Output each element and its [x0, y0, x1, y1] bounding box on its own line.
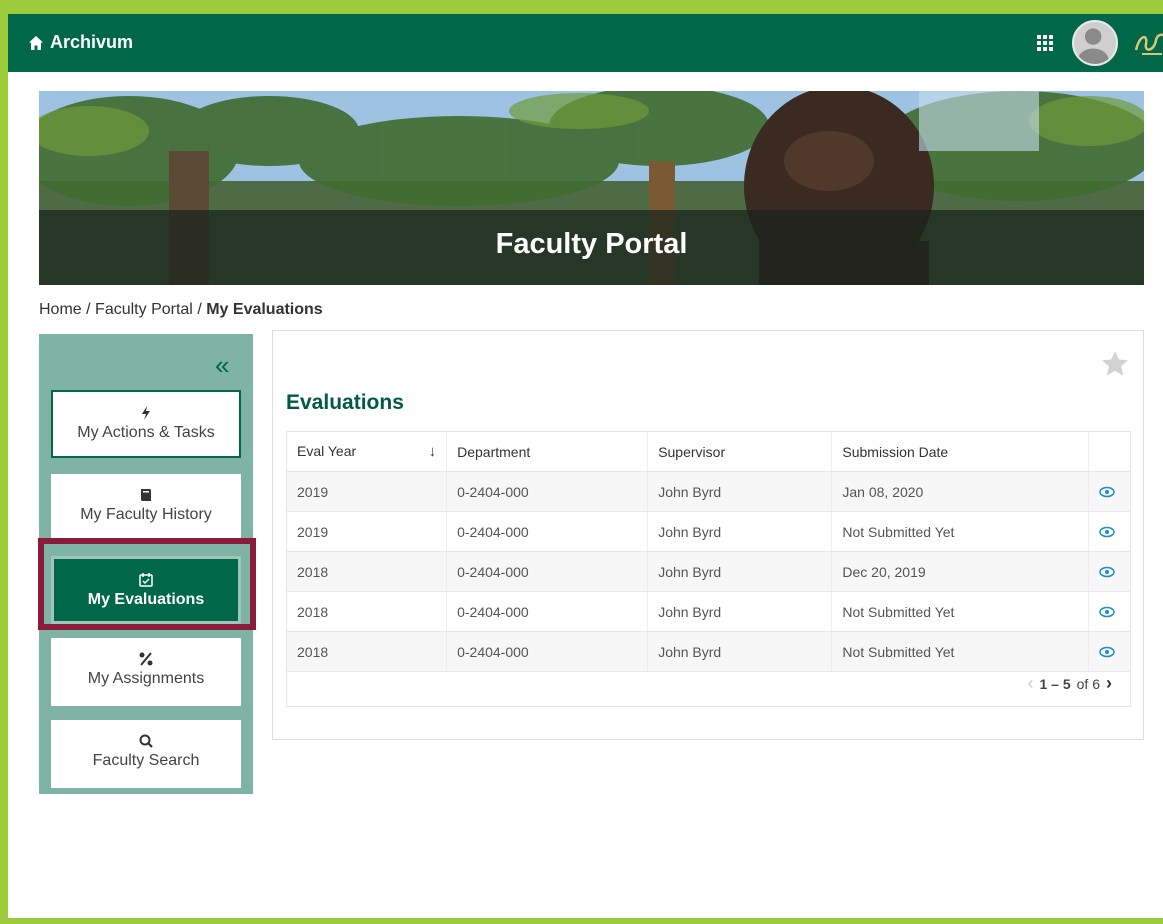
cell-department: 0-2404-000: [446, 511, 649, 552]
user-silhouette-icon: [1077, 28, 1109, 64]
sidebar-item-faculty-search[interactable]: Faculty Search: [51, 720, 241, 788]
column-header-department[interactable]: Department: [446, 432, 649, 472]
breadcrumb-faculty-portal[interactable]: Faculty Portal: [95, 301, 193, 318]
user-avatar[interactable]: [1072, 20, 1118, 66]
cell-actions: [1088, 511, 1130, 552]
university-logo-icon: [1134, 33, 1163, 55]
table-row: 2019 0-2404-000 John Byrd Not Submitted …: [287, 511, 1130, 552]
sort-desc-icon[interactable]: ↓: [429, 443, 437, 460]
cell-supervisor: John Byrd: [647, 591, 833, 632]
view-eye-icon[interactable]: [1099, 526, 1115, 538]
percent-icon: [139, 652, 153, 666]
breadcrumb-separator: /: [86, 301, 91, 318]
sidebar-item-label: My Faculty History: [80, 506, 212, 523]
hero-banner: Faculty Portal: [39, 91, 1144, 285]
table-row: 2019 0-2404-000 John Byrd Jan 08, 2020: [287, 471, 1130, 512]
search-icon: [139, 734, 153, 748]
table-row: 2018 0-2404-000 John Byrd Not Submitted …: [287, 591, 1130, 632]
table-row: 2018 0-2404-000 John Byrd Not Submitted …: [287, 631, 1130, 672]
cell-submission-date: Not Submitted Yet: [831, 511, 1089, 552]
table-row: 2018 0-2404-000 John Byrd Dec 20, 2019: [287, 551, 1130, 592]
cell-department: 0-2404-000: [446, 631, 649, 672]
cell-eval-year: 2018: [287, 631, 448, 672]
evaluations-table: Eval Year ↓ Department Supervisor Submis…: [287, 432, 1130, 672]
cell-submission-date: Jan 08, 2020: [831, 471, 1089, 512]
pagination-range: 1 – 5: [1039, 675, 1071, 692]
column-header-eval-year[interactable]: Eval Year ↓: [287, 432, 448, 472]
column-header-actions: [1088, 432, 1130, 472]
breadcrumb: Home / Faculty Portal / My Evaluations: [39, 301, 323, 319]
breadcrumb-current: My Evaluations: [206, 301, 323, 318]
cell-department: 0-2404-000: [446, 591, 649, 632]
cell-actions: [1088, 551, 1130, 592]
cell-submission-date: Not Submitted Yet: [831, 591, 1089, 632]
next-page-icon[interactable]: ›: [1106, 673, 1112, 694]
view-eye-icon[interactable]: [1099, 606, 1115, 618]
cell-actions: [1088, 471, 1130, 512]
sidebar: « My Actions & Tasks My Faculty History …: [39, 334, 253, 794]
cell-supervisor: John Byrd: [647, 471, 833, 512]
cell-department: 0-2404-000: [446, 471, 649, 512]
pagination-total: of 6: [1076, 675, 1100, 692]
book-icon: [141, 489, 151, 501]
sidebar-item-faculty-history[interactable]: My Faculty History: [51, 474, 241, 542]
cell-submission-date: Dec 20, 2019: [831, 551, 1089, 592]
sidebar-item-label: My Assignments: [87, 670, 205, 687]
view-eye-icon[interactable]: [1099, 486, 1115, 498]
view-eye-icon[interactable]: [1099, 646, 1115, 658]
prev-page-icon[interactable]: ‹: [1028, 673, 1034, 694]
sidebar-item-label: My Actions & Tasks: [77, 424, 215, 441]
column-header-label: Eval Year: [297, 443, 357, 459]
collapse-sidebar-button[interactable]: «: [215, 352, 229, 378]
column-header-submission-date[interactable]: Submission Date: [831, 432, 1089, 472]
cell-actions: [1088, 631, 1130, 672]
column-header-supervisor[interactable]: Supervisor: [647, 432, 833, 472]
view-eye-icon[interactable]: [1099, 566, 1115, 578]
sidebar-item-evaluations[interactable]: My Evaluations: [51, 556, 241, 624]
app-title: Archivum: [50, 32, 134, 52]
cell-eval-year: 2018: [287, 591, 448, 632]
cell-eval-year: 2018: [287, 551, 448, 592]
cell-department: 0-2404-000: [446, 551, 649, 592]
sidebar-item-assignments[interactable]: My Assignments: [51, 638, 241, 706]
evaluations-table-container: Eval Year ↓ Department Supervisor Submis…: [286, 431, 1131, 707]
banner-title: Faculty Portal: [495, 228, 688, 260]
cell-submission-date: Not Submitted Yet: [831, 631, 1089, 672]
sidebar-item-label: My Evaluations: [87, 591, 205, 608]
pagination: ‹ 1 – 5 of 6 ›: [1028, 673, 1113, 694]
cell-supervisor: John Byrd: [647, 511, 833, 552]
sidebar-item-label: Faculty Search: [92, 752, 200, 769]
sidebar-item-actions-tasks[interactable]: My Actions & Tasks: [51, 390, 241, 458]
brand-link[interactable]: Archivum: [28, 32, 133, 53]
app-window: Archivum Faculty Portal Home / Faculty P…: [8, 14, 1163, 918]
favorite-star-icon[interactable]: [1100, 349, 1130, 379]
cell-actions: [1088, 591, 1130, 632]
cell-supervisor: John Byrd: [647, 631, 833, 672]
calendar-check-icon: [139, 573, 153, 587]
apps-grid-icon[interactable]: [1036, 34, 1054, 52]
evaluations-card: Evaluations Eval Year ↓ Department Super…: [272, 330, 1144, 740]
section-title: Evaluations: [286, 391, 404, 414]
breadcrumb-home[interactable]: Home: [39, 301, 82, 318]
cell-eval-year: 2019: [287, 511, 448, 552]
bolt-icon: [142, 406, 150, 420]
cell-supervisor: John Byrd: [647, 551, 833, 592]
breadcrumb-separator: /: [197, 301, 202, 318]
home-icon: [29, 35, 43, 50]
cell-eval-year: 2019: [287, 471, 448, 512]
top-navbar: Archivum: [8, 14, 1163, 72]
table-header-row: Eval Year ↓ Department Supervisor Submis…: [287, 432, 1130, 472]
